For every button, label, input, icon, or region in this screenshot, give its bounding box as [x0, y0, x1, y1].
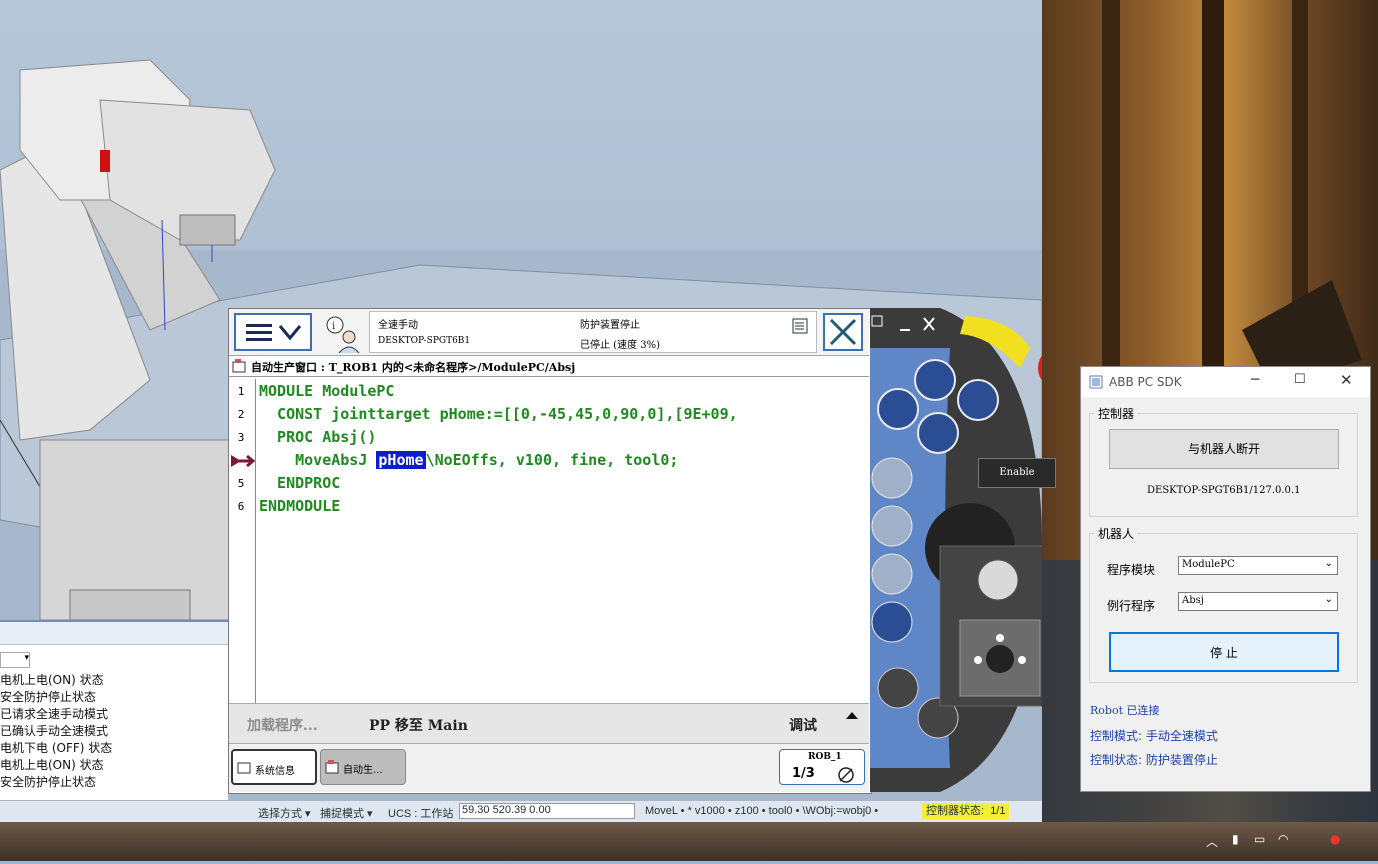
code-line[interactable]: ENDPROC — [259, 474, 340, 492]
module-select[interactable]: ModulePC ⌄ — [1178, 556, 1338, 575]
output-panel-header — [0, 622, 228, 645]
coordinates-field[interactable]: 59.30 520.39 0.00 — [459, 803, 635, 819]
module-label: 程序模块 — [1107, 563, 1156, 577]
stop-button[interactable]: 停 止 — [1109, 632, 1339, 672]
enable-device-label[interactable]: Enable — [978, 458, 1056, 488]
selected-token[interactable]: pHome — [376, 451, 426, 469]
task-autoprod[interactable]: 自动生... — [320, 749, 406, 785]
close-icon — [829, 318, 857, 346]
taskbar: 系统信息 自动生... ROB_1 1/3 — [229, 743, 869, 792]
chevron-up-icon[interactable] — [845, 710, 859, 720]
line-number: 6 — [237, 500, 245, 513]
snap-mode-dropdown[interactable]: 捕捉模式 ▾ — [320, 805, 373, 821]
breadcrumb-text: 自动生产窗口 : T_ROB1 内的<未命名程序>/ModulePC/Absj — [251, 361, 576, 374]
app-tray-icon[interactable]: ● — [1330, 832, 1340, 846]
program-pointer-icon — [231, 454, 255, 468]
window-title: ABB PC SDK — [1109, 375, 1182, 389]
output-log-line: 电机上电(ON) 状态 — [0, 673, 104, 687]
info-person-icon: i — [326, 316, 360, 354]
app-icon — [1089, 375, 1103, 389]
output-log-line: 已确认手动全速模式 — [0, 724, 109, 738]
debug-button[interactable]: 调试 — [789, 715, 817, 735]
sdk-titlebar: ABB PC SDK ─ ☐ ✕ — [1081, 367, 1370, 397]
robotstudio-statusbar: 选择方式 ▾ 捕捉模式 ▾ UCS : 工作站 59.30 520.39 0.0… — [0, 800, 1042, 823]
quickset-icon[interactable] — [792, 318, 808, 334]
close-window-button[interactable] — [823, 313, 863, 351]
line-gutter — [255, 379, 256, 703]
controller-status: 控制器状态: 1/1 — [922, 803, 1010, 819]
code-line[interactable]: PROC Absj() — [259, 428, 376, 446]
status-panel[interactable]: 全速手动 DESKTOP-SPGT6B1 防护装置停止 已停止 (速度 3%) — [369, 311, 817, 353]
increment-off-icon — [838, 767, 854, 783]
sysinfo-icon — [237, 762, 251, 774]
output-log-line: 安全防护停止状态 — [0, 690, 97, 704]
controller-address: DESKTOP-SPGT6B1/127.0.0.1 — [1147, 485, 1301, 496]
output-log: 电机上电(ON) 状态 安全防护停止状态 已请求全速手动模式 已确认手动全速模式 电机下… — [0, 672, 112, 791]
output-filter-dropdown[interactable]: ▾ — [0, 652, 30, 668]
breadcrumb: 自动生产窗口 : T_ROB1 内的<未命名程序>/ModulePC/Absj — [229, 356, 869, 377]
chevron-down-icon: ⌄ — [1324, 558, 1333, 569]
control-state-status: 控制状态: 防护装置停止 — [1090, 753, 1218, 767]
controller-name: DESKTOP-SPGT6B1 — [378, 336, 471, 346]
autoprod-icon — [325, 760, 339, 774]
load-program-button[interactable]: 加载程序... — [247, 715, 318, 735]
task-sysinfo[interactable]: 系统信息 — [231, 749, 317, 785]
maximize-button[interactable]: ☐ — [1294, 372, 1306, 387]
robot-connection-status: Robot 已连接 — [1090, 704, 1160, 717]
output-log-line: 电机下电 (OFF) 状态 — [0, 741, 113, 755]
line-number: 5 — [237, 477, 245, 490]
abb-pc-sdk-window: ABB PC SDK ─ ☐ ✕ 控制器 与机器人断开 DESKTOP-SPGT… — [1080, 366, 1371, 792]
code-line[interactable]: MODULE ModulePC — [259, 382, 394, 400]
ucs-label: UCS : 工作站 — [388, 808, 454, 820]
minimize-button[interactable]: ─ — [1251, 372, 1259, 388]
output-log-line: 已请求全速手动模式 — [0, 707, 109, 721]
robot-group-label: 机器人 — [1095, 525, 1138, 542]
program-editor[interactable]: 1 MODULE ModulePC 2 CONST jointtarget pHom… — [229, 379, 869, 703]
close-button[interactable]: ✕ — [1340, 371, 1353, 389]
svg-text:i: i — [332, 321, 335, 332]
line-number: 2 — [237, 408, 245, 421]
command-bar: 加载程序... PP 移至 Main 调试 — [229, 703, 869, 744]
code-line[interactable]: ENDMODULE — [259, 497, 340, 515]
output-log-line: 电机上电(ON) 状态 — [0, 758, 104, 772]
wifi-icon[interactable]: ◠ — [1278, 832, 1288, 846]
pendant-hardware: Enable — [870, 308, 1082, 792]
quickset-rob1[interactable]: ROB_1 1/3 — [779, 749, 865, 785]
production-window-icon — [232, 359, 246, 373]
operation-mode: 全速手动 — [378, 320, 418, 331]
pp-to-main-button[interactable]: PP 移至 Main — [369, 715, 468, 735]
select-mode-dropdown[interactable]: 选择方式 ▾ — [258, 805, 311, 821]
flexpendant-topbar: i 全速手动 DESKTOP-SPGT6B1 防护装置停止 已停止 (速度 3%… — [229, 309, 869, 356]
disconnect-button[interactable]: 与机器人断开 — [1109, 429, 1339, 469]
guard-status: 防护装置停止 — [580, 320, 640, 331]
event-log-button[interactable]: i — [321, 313, 363, 354]
move-instruction-template[interactable]: MoveL • * v1000 • z100 • tool0 • \WObj:=… — [645, 805, 878, 817]
windows-taskbar: ︿ ▮ ▭ ◠ ● — [0, 822, 1378, 861]
output-log-line: 安全防护停止状态 — [0, 775, 97, 789]
output-panel: ▾ 电机上电(ON) 状态 安全防护停止状态 已请求全速手动模式 已确认手动全速模式电… — [0, 620, 228, 802]
line-number: 3 — [237, 431, 245, 444]
chevron-up-icon[interactable]: ︿ — [1206, 833, 1218, 850]
line-number: 1 — [237, 385, 245, 398]
code-line[interactable]: MoveAbsJ pHome \NoEOffs, v100, fine, tool… — [259, 451, 678, 469]
program-state: 已停止 (速度 3%) — [580, 340, 661, 351]
flexpendant-screen: i 全速手动 DESKTOP-SPGT6B1 防护装置停止 已停止 (速度 3%… — [228, 308, 872, 794]
control-mode-status: 控制模式: 手动全速模式 — [1090, 729, 1218, 743]
menu-icon — [246, 324, 302, 341]
code-line[interactable]: CONST jointtarget pHome:=[[0,-45,45,0,90… — [259, 405, 738, 423]
abb-menu-button[interactable] — [234, 313, 312, 351]
chevron-down-icon: ⌄ — [1324, 594, 1333, 605]
controller-group-label: 控制器 — [1095, 405, 1138, 422]
battery-icon[interactable]: ▭ — [1254, 832, 1265, 846]
routine-select[interactable]: Absj ⌄ — [1178, 592, 1338, 611]
microphone-icon[interactable]: ▮ — [1232, 832, 1239, 846]
routine-label: 例行程序 — [1107, 599, 1156, 613]
